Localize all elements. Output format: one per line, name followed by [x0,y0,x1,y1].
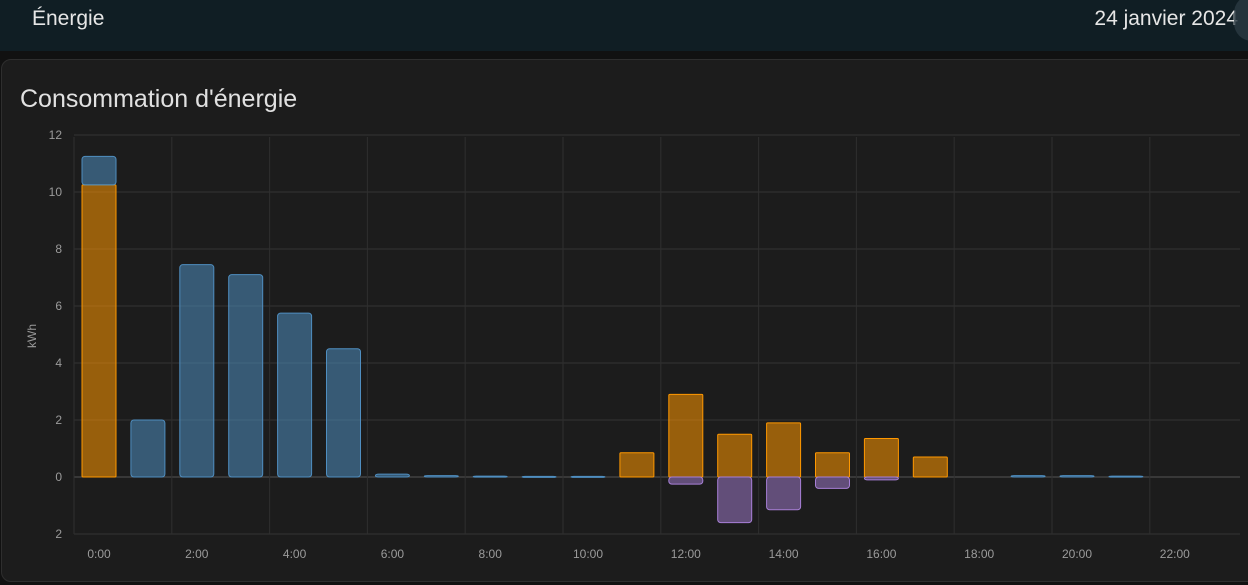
bar-solar[interactable] [912,456,948,478]
bar-return-to-grid[interactable] [766,476,802,511]
y-tick-label: 2 [55,527,62,541]
y-tick-label: 6 [55,299,62,313]
bar-grid-consumption[interactable] [130,419,166,478]
x-tick-label: 2:00 [185,547,209,561]
chart-bars [81,155,1144,524]
chart-axis-labels: 12108642020:00 2:00 4:00 6:00 8:00 10:00 12:00… [49,128,1190,561]
bar-grid-consumption[interactable] [423,475,459,478]
bar-solar[interactable] [863,438,899,478]
bar-grid-consumption[interactable] [374,473,410,478]
energy-usage-chart: 12108642020:00 2:00 4:00 6:00 8:00 10:00 12:00… [25,128,1240,561]
bar-return-to-grid[interactable] [863,476,899,481]
y-tick-label: 10 [49,185,63,199]
x-tick-label: 4:00 [283,547,307,561]
y-axis-label: kWh [25,324,39,348]
bar-solar[interactable] [81,184,117,478]
x-tick-label: 12:00 [671,547,701,561]
bar-return-to-grid[interactable] [815,476,850,489]
bar-solar[interactable] [717,433,753,478]
y-tick-label: 2 [55,413,62,427]
y-tick-label: 12 [49,128,63,142]
bar-grid-consumption[interactable] [472,475,508,478]
bar-grid-consumption[interactable] [81,155,117,186]
x-tick-label: 6:00 [381,547,405,561]
x-tick-label: 18:00 [964,547,994,561]
bar-solar[interactable] [619,452,655,478]
bar-solar[interactable] [668,393,704,478]
x-tick-label: 0:00 [87,547,111,561]
bar-grid-consumption[interactable] [1059,475,1095,478]
bar-grid-consumption[interactable] [228,274,264,478]
bar-grid-consumption[interactable] [521,475,557,478]
x-tick-label: 10:00 [573,547,603,561]
bar-grid-consumption[interactable] [1010,475,1046,478]
bar-grid-consumption[interactable] [1108,475,1144,478]
y-tick-label: 8 [55,242,62,256]
bar-grid-consumption[interactable] [277,312,313,478]
bar-return-to-grid[interactable] [717,476,753,524]
x-tick-label: 8:00 [479,547,503,561]
x-tick-label: 20:00 [1062,547,1092,561]
bar-grid-consumption[interactable] [570,475,606,478]
bar-grid-consumption[interactable] [326,348,361,478]
x-tick-label: 22:00 [1160,547,1190,561]
x-tick-label: 14:00 [769,547,799,561]
y-tick-label: 4 [55,356,62,370]
x-tick-label: 16:00 [866,547,896,561]
bar-grid-consumption[interactable] [179,264,215,478]
y-tick-label: 0 [55,470,62,484]
bar-solar[interactable] [766,422,802,478]
bar-return-to-grid[interactable] [668,476,704,485]
bar-solar[interactable] [815,452,850,478]
